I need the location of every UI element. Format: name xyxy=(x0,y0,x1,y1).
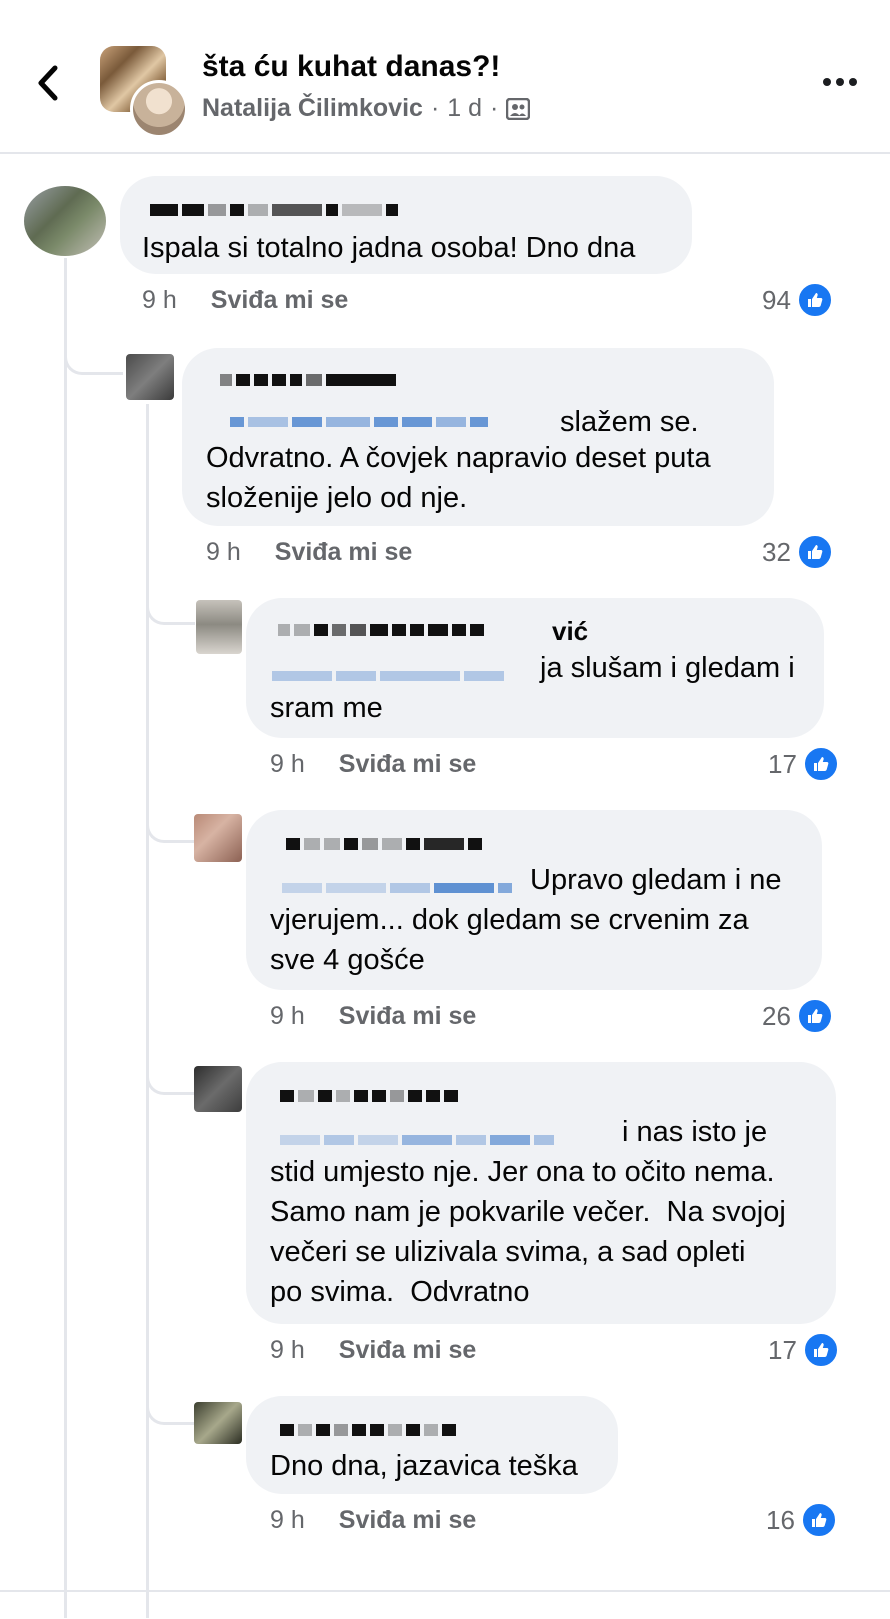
like-button[interactable]: Sviđa mi se xyxy=(211,286,349,315)
reaction-number: 16 xyxy=(766,1504,795,1535)
reaction-number: 94 xyxy=(762,284,791,315)
commenter-avatar[interactable] xyxy=(24,186,106,256)
thumbs-up-icon xyxy=(802,1332,839,1368)
thread-connector xyxy=(146,580,195,625)
reaction-count[interactable]: 16 xyxy=(766,1502,837,1538)
thread-connector xyxy=(146,1380,195,1425)
thread-line xyxy=(64,258,67,1618)
thread-connector xyxy=(146,800,195,843)
author-name-fragment[interactable]: vić xyxy=(552,616,588,647)
comment-actions: 9 h Sviđa mi se xyxy=(270,1504,476,1536)
post-header: šta ću kuhat danas?! Natalija Čilimkovic… xyxy=(0,0,890,154)
more-options-button[interactable] xyxy=(818,62,862,102)
comment-time[interactable]: 9 h xyxy=(270,1506,305,1535)
commenter-avatar[interactable] xyxy=(194,1402,242,1444)
comment-text: Upravo gledam i ne xyxy=(530,864,782,896)
redacted-author-name xyxy=(286,838,482,850)
reaction-count[interactable]: 17 xyxy=(768,746,839,782)
comment-time[interactable]: 9 h xyxy=(206,538,241,567)
comment-bubble: vić ja slušam i gledam i sram me xyxy=(246,598,824,738)
back-button[interactable] xyxy=(28,58,68,108)
comment-time[interactable]: 9 h xyxy=(142,286,177,315)
commenter-avatar[interactable] xyxy=(194,814,242,862)
comment-bubble: i nas isto je stid umjesto nje. Jer ona … xyxy=(246,1062,836,1324)
comment-text: Dno dna, jazavica teška xyxy=(270,1450,578,1482)
like-button[interactable]: Sviđa mi se xyxy=(275,538,413,567)
comment-text: Ispala si totalno jadna osoba! Dno dna xyxy=(142,232,636,264)
bottom-divider xyxy=(0,1590,890,1592)
post-time[interactable]: 1 d xyxy=(447,94,482,123)
redacted-author-name xyxy=(278,624,484,636)
reaction-count[interactable]: 32 xyxy=(762,534,833,570)
reaction-count[interactable]: 17 xyxy=(768,1332,839,1368)
comment-text: vjerujem... dok gledam se crvenim za sve… xyxy=(270,904,749,976)
comment-actions: 9 h Sviđa mi se xyxy=(270,748,476,780)
reaction-number: 17 xyxy=(768,748,797,779)
like-button[interactable]: Sviđa mi se xyxy=(339,1002,477,1031)
commenter-avatar[interactable] xyxy=(126,354,174,400)
reaction-number: 32 xyxy=(762,536,791,567)
redacted-author-name xyxy=(280,1424,456,1436)
comment-text: stid umjesto nje. Jer ona to očito nema.… xyxy=(270,1156,786,1308)
thumbs-up-icon xyxy=(800,1502,837,1538)
thumbs-up-icon xyxy=(802,746,839,782)
comment-text: Odvratno. A čovjek napravio deset puta s… xyxy=(206,442,711,514)
thread-connector xyxy=(64,320,123,375)
group-title[interactable]: šta ću kuhat danas?! xyxy=(202,50,500,84)
comment-time[interactable]: 9 h xyxy=(270,750,305,779)
redacted-mention xyxy=(280,1134,554,1146)
comment-time[interactable]: 9 h xyxy=(270,1002,305,1031)
comment-bubble: Dno dna, jazavica teška xyxy=(246,1396,618,1494)
thread-connector xyxy=(146,1050,195,1095)
post-meta: Natalija Čilimkovic · 1 d · xyxy=(202,94,531,123)
comment-bubble: Upravo gledam i ne vjerujem... dok gleda… xyxy=(246,810,822,990)
like-button[interactable]: Sviđa mi se xyxy=(339,1336,477,1365)
redacted-author-name xyxy=(150,204,398,216)
like-button[interactable]: Sviđa mi se xyxy=(339,1506,477,1535)
chevron-left-icon xyxy=(38,65,58,101)
redacted-author-name xyxy=(220,374,396,386)
comment-actions: 9 h Sviđa mi se xyxy=(270,1000,476,1032)
thumbs-up-icon xyxy=(796,282,833,318)
comment-time[interactable]: 9 h xyxy=(270,1336,305,1365)
group-avatar[interactable] xyxy=(100,46,188,138)
author-avatar xyxy=(130,80,188,138)
redacted-mention xyxy=(282,882,512,894)
comment-bubble: Ispala si totalno jadna osoba! Dno dna xyxy=(120,176,692,274)
thumbs-up-icon xyxy=(796,998,833,1034)
redacted-mention xyxy=(230,416,488,428)
post-author[interactable]: Natalija Čilimkovic xyxy=(202,94,423,123)
comment-actions: 9 h Sviđa mi se xyxy=(206,536,412,568)
comment-actions: 9 h Sviđa mi se xyxy=(270,1334,476,1366)
meta-separator: · xyxy=(490,94,499,122)
comment-text: sram me xyxy=(270,692,383,724)
comment-text: slažem se. xyxy=(560,406,699,438)
comment-bubble: slažem se. Odvratno. A čovjek napravio d… xyxy=(182,348,774,526)
comment-text: ja slušam i gledam i xyxy=(540,652,795,684)
thumbs-up-icon xyxy=(796,534,833,570)
reaction-count[interactable]: 26 xyxy=(762,998,833,1034)
more-dot xyxy=(836,78,844,86)
comment-actions: 9 h Sviđa mi se xyxy=(142,284,348,316)
commenter-avatar[interactable] xyxy=(196,600,242,654)
commenter-avatar[interactable] xyxy=(194,1066,242,1112)
redacted-mention xyxy=(272,670,504,682)
meta-separator: · xyxy=(430,94,440,122)
comment-text: i nas isto je xyxy=(622,1116,768,1148)
members-icon xyxy=(506,97,531,120)
reaction-number: 26 xyxy=(762,1000,791,1031)
reaction-count[interactable]: 94 xyxy=(762,282,833,318)
more-dot xyxy=(849,78,857,86)
more-horizontal-icon xyxy=(823,78,831,86)
like-button[interactable]: Sviđa mi se xyxy=(339,750,477,779)
reaction-number: 17 xyxy=(768,1334,797,1365)
redacted-author-name xyxy=(280,1090,458,1102)
